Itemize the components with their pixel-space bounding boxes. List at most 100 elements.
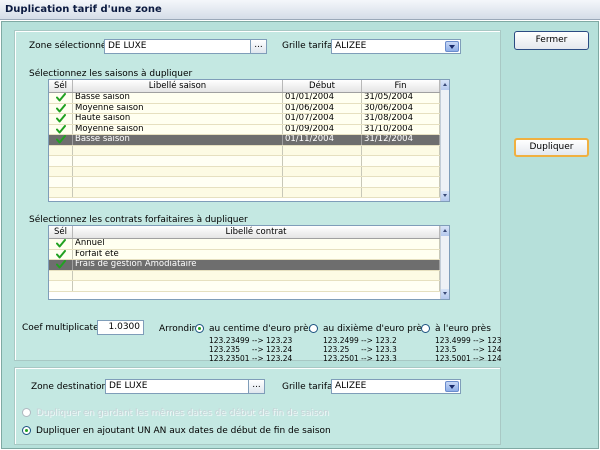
- check-icon[interactable]: [55, 249, 66, 259]
- row-select-cell[interactable]: [49, 93, 73, 103]
- cell-fin: 31/05/2004: [362, 93, 440, 103]
- table-row[interactable]: Moyenne saison 01/06/2004 30/06/2004: [49, 103, 440, 114]
- check-icon[interactable]: [55, 239, 66, 248]
- zone-destination-browse-button[interactable]: ...: [248, 379, 265, 394]
- cell-libelle: Basse saison: [73, 93, 283, 103]
- row-select-cell[interactable]: [49, 239, 73, 249]
- row-select-cell[interactable]: [49, 260, 73, 270]
- empty-cell: [283, 177, 362, 187]
- cell-debut: 01/09/2004: [283, 124, 362, 134]
- empty-cell: [73, 177, 283, 187]
- empty-row: [49, 145, 440, 156]
- empty-cell: [283, 156, 362, 166]
- empty-cell: [49, 281, 73, 291]
- destination-group: Zone destination: DE LUXE ... Grille tar…: [14, 367, 501, 445]
- empty-cell: [362, 166, 440, 176]
- cell-libelle: Moyenne saison: [73, 103, 283, 113]
- fermer-button[interactable]: Fermer: [514, 31, 589, 50]
- arrondir-radio-3[interactable]: [421, 324, 430, 333]
- empty-cell: [283, 166, 362, 176]
- arrondir-label-3[interactable]: à l'euro près: [435, 324, 491, 334]
- check-icon[interactable]: [55, 135, 66, 144]
- add-year-label[interactable]: Dupliquer en ajoutant UN AN aux dates de…: [36, 426, 331, 436]
- contrats-scrollbar[interactable]: [440, 226, 449, 299]
- check-icon[interactable]: [55, 93, 66, 102]
- scroll-up-icon[interactable]: [441, 80, 449, 90]
- cell-debut: 01/11/2004: [283, 135, 362, 145]
- cell-debut: 01/06/2004: [283, 103, 362, 113]
- arrondir-example: 123.23501 --> 123.24: [209, 354, 293, 363]
- row-select-cell[interactable]: [49, 124, 73, 134]
- scroll-down-icon[interactable]: [441, 191, 449, 201]
- saisons-body: Basse saison 01/01/2004 31/05/2004 Moyenne …: [49, 93, 440, 198]
- table-row[interactable]: Basse saison 01/11/2004 31/12/2004: [49, 135, 440, 146]
- scroll-down-icon[interactable]: [441, 289, 449, 299]
- cell-fin: 30/06/2004: [362, 103, 440, 113]
- col-libelle-saison[interactable]: Libellé saison: [73, 80, 283, 92]
- empty-cell: [49, 270, 73, 280]
- table-row[interactable]: Forfait été: [49, 249, 440, 260]
- check-icon[interactable]: [55, 103, 66, 113]
- empty-cell: [362, 177, 440, 187]
- source-group: Zone sélectionnée : DE LUXE ... Grille t…: [14, 30, 501, 361]
- col-sel[interactable]: Sél: [49, 226, 73, 238]
- zone-input[interactable]: DE LUXE: [104, 39, 255, 54]
- empty-cell: [73, 156, 283, 166]
- destination-grille-select[interactable]: ALIZEE: [331, 379, 461, 394]
- col-debut[interactable]: Début: [283, 80, 362, 92]
- cell-libelle: Frais de gestion Amodiataire: [73, 260, 440, 270]
- col-fin[interactable]: Fin: [362, 80, 440, 92]
- arrondir-label: Arrondir:: [159, 324, 199, 334]
- table-row[interactable]: Frais de gestion Amodiataire: [49, 260, 440, 271]
- contrats-header: Sél Libellé contrat: [49, 226, 440, 239]
- keep-dates-radio: [22, 408, 31, 417]
- arrondir-radio-2[interactable]: [309, 324, 318, 333]
- dupliquer-button[interactable]: Dupliquer: [514, 138, 589, 157]
- saisons-scrollbar[interactable]: [440, 80, 449, 201]
- empty-row: [49, 156, 440, 167]
- cell-libelle: Annuel: [73, 239, 440, 249]
- arrondir-label-2[interactable]: au dixième d'euro près: [323, 324, 427, 334]
- col-libelle-contrat[interactable]: Libellé contrat: [73, 226, 440, 238]
- table-row[interactable]: Moyenne saison 01/09/2004 31/10/2004: [49, 124, 440, 135]
- col-sel[interactable]: Sél: [49, 80, 73, 92]
- arrondir-label-1[interactable]: au centime d'euro près: [209, 324, 313, 334]
- empty-row: [49, 166, 440, 177]
- grille-select[interactable]: ALIZEE: [331, 39, 461, 54]
- zone-browse-button[interactable]: ...: [250, 39, 267, 54]
- table-row[interactable]: Haute saison 01/07/2004 31/08/2004: [49, 114, 440, 125]
- row-select-cell[interactable]: [49, 114, 73, 124]
- empty-row: [49, 281, 440, 292]
- check-icon[interactable]: [55, 124, 66, 134]
- empty-cell: [49, 166, 73, 176]
- cell-debut: 01/07/2004: [283, 114, 362, 124]
- empty-cell: [362, 187, 440, 197]
- coef-input[interactable]: 1.0300: [97, 320, 144, 335]
- row-select-cell[interactable]: [49, 103, 73, 113]
- dropdown-arrow-icon[interactable]: [445, 381, 459, 392]
- scroll-up-icon[interactable]: [441, 226, 449, 236]
- row-select-cell[interactable]: [49, 135, 73, 145]
- check-icon[interactable]: [55, 114, 66, 123]
- check-icon[interactable]: [55, 260, 66, 269]
- zone-destination-input[interactable]: DE LUXE: [105, 379, 253, 394]
- empty-row: [49, 187, 440, 198]
- row-select-cell[interactable]: [49, 249, 73, 259]
- contrats-table: Sél Libellé contrat Annuel Forfait été Fra…: [48, 225, 450, 300]
- arrondir-radio-1[interactable]: [195, 324, 204, 333]
- table-row[interactable]: Annuel: [49, 239, 440, 250]
- empty-row: [49, 270, 440, 281]
- empty-cell: [49, 145, 73, 155]
- empty-cell: [73, 166, 283, 176]
- empty-cell: [73, 187, 283, 197]
- cell-libelle: Forfait été: [73, 249, 440, 259]
- cell-libelle: Haute saison: [73, 114, 283, 124]
- cell-libelle: Basse saison: [73, 135, 283, 145]
- add-year-radio[interactable]: [22, 426, 31, 435]
- grille-value: ALIZEE: [335, 41, 367, 51]
- empty-row: [49, 177, 440, 188]
- dropdown-arrow-icon[interactable]: [445, 41, 459, 52]
- table-row[interactable]: Basse saison 01/01/2004 31/05/2004: [49, 93, 440, 104]
- arrondir-example: 123.2501 --> 123.3: [323, 354, 397, 363]
- cell-fin: 31/10/2004: [362, 124, 440, 134]
